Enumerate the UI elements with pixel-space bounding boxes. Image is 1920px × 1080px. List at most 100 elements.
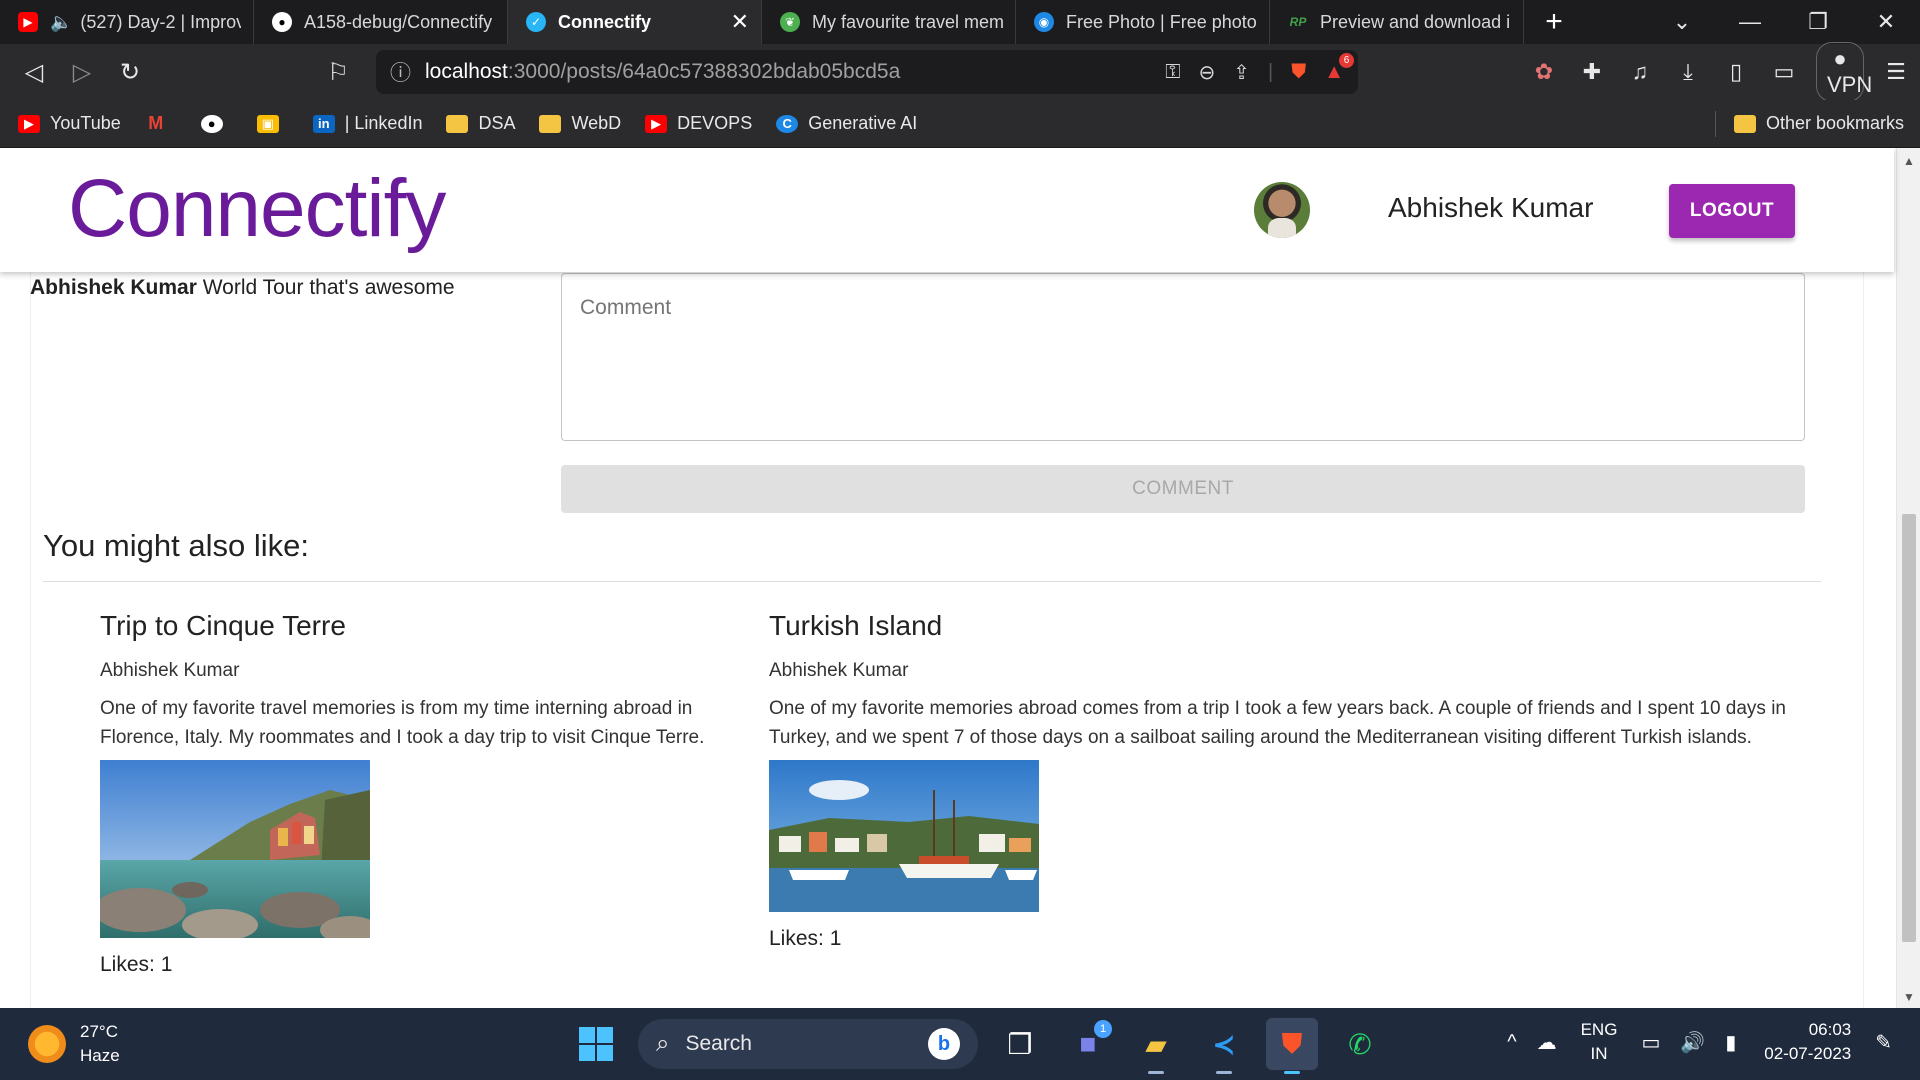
scroll-up-icon[interactable]: ▲ (1897, 154, 1920, 168)
bookmark-icon[interactable]: ⚐ (314, 52, 362, 92)
media-icon[interactable]: ♫ (1616, 59, 1664, 85)
reload-button[interactable]: ↻ (106, 52, 154, 92)
tab-youtube[interactable]: ▶ 🔈 (527) Day-2 | Improv (0, 0, 254, 44)
other-bookmarks[interactable]: Other bookmarks (1714, 110, 1904, 137)
tab-free-photo[interactable]: ◉ Free Photo | Free photo (1016, 0, 1270, 44)
logout-button[interactable]: LOGOUT (1669, 184, 1795, 238)
brave-icon: ⛊ (1281, 1027, 1303, 1059)
browser-toolbar: ◁ ▷ ↻ ⚐ ⓘ localhost:3000/posts/64a0c5738… (0, 42, 1920, 102)
menu-icon[interactable]: ☰ (1872, 59, 1920, 85)
page-scrollbar[interactable]: ▲ ▼ (1896, 148, 1920, 1008)
url-path: :3000/posts/64a0c57388302bdab05bcd5a (507, 60, 901, 83)
tab-preview-download[interactable]: RP Preview and download in (1270, 0, 1524, 44)
extension-icon[interactable]: ✿ (1520, 59, 1568, 85)
comment-button[interactable]: COMMENT (561, 465, 1805, 513)
task-view-button[interactable]: ❐ (994, 1018, 1046, 1070)
bookmark-youtube[interactable]: ▶ YouTube (18, 113, 121, 134)
rewards-icon[interactable]: ▲ 6 (1324, 52, 1354, 84)
tab-github[interactable]: ● A158-debug/Connectify (254, 0, 508, 44)
folder-icon (446, 114, 469, 133)
tab-label: Preview and download in (1320, 11, 1511, 32)
weather-condition: Haze (80, 1046, 120, 1065)
github-icon: ● (272, 12, 292, 32)
recommended-post[interactable]: Turkish Island Abhishek Kumar One of my … (769, 610, 1799, 951)
back-button[interactable]: ◁ (10, 52, 58, 92)
clock[interactable]: 06:03 02-07-2023 (1764, 1018, 1851, 1066)
zoom-icon[interactable]: ⊖ (1198, 60, 1215, 85)
extensions-puzzle-icon[interactable]: ✚ (1568, 59, 1616, 85)
battery-icon[interactable]: ▮ (1725, 1030, 1736, 1055)
address-bar[interactable]: ⓘ localhost:3000/posts/64a0c57388302bdab… (376, 50, 1358, 94)
bookmark-webd[interactable]: WebD (539, 113, 621, 134)
folder-icon: ▰ (1145, 1028, 1167, 1060)
post-likes: Likes: 1 (769, 927, 842, 950)
vpn-button[interactable]: ● VPN (1816, 42, 1872, 102)
bookmark-devops[interactable]: ▶ DEVOPS (645, 113, 752, 134)
post-title: Trip to Cinque Terre (100, 610, 346, 641)
app-icon: ✓ (526, 12, 546, 32)
teams-chat-button[interactable]: ■ 1 (1062, 1018, 1114, 1070)
tab-label: (527) Day-2 | Improv (80, 11, 241, 32)
close-window-icon[interactable]: ✕ (1852, 9, 1920, 35)
chevron-up-icon[interactable]: ^ (1507, 1031, 1516, 1054)
whatsapp-icon: ✆ (1348, 1028, 1372, 1060)
language-indicator[interactable]: ENG IN (1581, 1018, 1618, 1066)
volume-icon[interactable]: 🔊 (1680, 1030, 1705, 1055)
restore-icon[interactable]: ❐ (1784, 9, 1852, 35)
start-button[interactable] (570, 1018, 622, 1070)
avatar[interactable] (1254, 182, 1310, 238)
key-icon[interactable]: ⚿ (1165, 61, 1180, 84)
app-header: Connectify Abhishek Kumar LOGOUT (0, 148, 1894, 272)
site-info-icon[interactable]: ⓘ (390, 57, 411, 87)
brave-button[interactable]: ⛊ (1266, 1018, 1318, 1074)
weather-widget[interactable]: 27°C Haze (28, 1020, 120, 1068)
brave-shield-icon[interactable]: ⛊ (1291, 61, 1306, 84)
user-name: Abhishek Kumar (1388, 192, 1594, 223)
tab-search-icon[interactable]: ⌄ (1648, 9, 1716, 35)
notifications-icon[interactable]: ✎ (1875, 1030, 1892, 1055)
wallet-icon[interactable]: ▭ (1760, 59, 1808, 85)
url-host: localhost (425, 60, 508, 83)
bookmark-gmail[interactable]: M (145, 113, 177, 133)
file-explorer-button[interactable]: ▰ (1130, 1018, 1182, 1074)
language-code: ENG (1580, 1020, 1618, 1039)
bing-icon[interactable]: b (928, 1028, 960, 1060)
post-title: Turkish Island (769, 610, 943, 641)
download-icon[interactable]: ⤓ (1664, 59, 1712, 85)
bookmark-dsa[interactable]: DSA (446, 113, 515, 134)
recommended-post[interactable]: Trip to Cinque Terre Abhishek Kumar One … (100, 610, 720, 977)
comment-input[interactable] (561, 273, 1805, 441)
vscode-button[interactable]: ≺ (1198, 1018, 1250, 1074)
new-tab-button[interactable]: + (1524, 0, 1584, 44)
tab-connectify[interactable]: ✓ Connectify ✕ (508, 0, 762, 44)
brand-logo[interactable]: Connectify (68, 162, 446, 256)
page-viewport: Connectify Abhishek Kumar LOGOUT Abhishe… (0, 148, 1920, 1008)
bookmark-classroom[interactable]: ▣ (256, 114, 289, 133)
bookmark-generative-ai[interactable]: C Generative AI (776, 113, 917, 134)
bookmark-label: DSA (478, 113, 516, 133)
whatsapp-button[interactable]: ✆ (1334, 1018, 1386, 1070)
close-tab-icon[interactable]: ✕ (731, 9, 749, 35)
tab-label: My favourite travel mem (812, 11, 1003, 32)
browser-tab-bar: ▶ 🔈 (527) Day-2 | Improv ● A158-debug/Co… (0, 0, 1920, 44)
forward-button[interactable]: ▷ (58, 52, 106, 92)
date: 02-07-2023 (1764, 1044, 1852, 1063)
sidebar-icon[interactable]: ▯ (1712, 59, 1760, 85)
bookmark-github[interactable]: ● (200, 114, 233, 133)
tab-label: A158-debug/Connectify (304, 11, 493, 32)
network-icon[interactable]: ▭ (1641, 1030, 1660, 1055)
minimize-icon[interactable]: — (1716, 9, 1784, 35)
tab-travel-memories[interactable]: ❦ My favourite travel mem (762, 0, 1016, 44)
share-icon[interactable]: ⇪ (1233, 60, 1250, 85)
onedrive-icon[interactable]: ☁ (1537, 1030, 1557, 1055)
rp-icon: RP (1289, 15, 1307, 29)
youtube-icon: ▶ (18, 114, 40, 133)
chat-badge: 1 (1094, 1020, 1112, 1038)
generative-ai-icon: C (776, 114, 799, 133)
speaker-icon[interactable]: 🔈 (50, 12, 72, 33)
scroll-down-icon[interactable]: ▼ (1897, 990, 1920, 1004)
scrollbar-thumb[interactable] (1902, 514, 1916, 942)
taskbar-search[interactable]: ⌕ Search b (638, 1019, 978, 1069)
bookmark-linkedin[interactable]: in | LinkedIn (312, 113, 422, 134)
post-author: Abhishek Kumar (769, 660, 909, 681)
